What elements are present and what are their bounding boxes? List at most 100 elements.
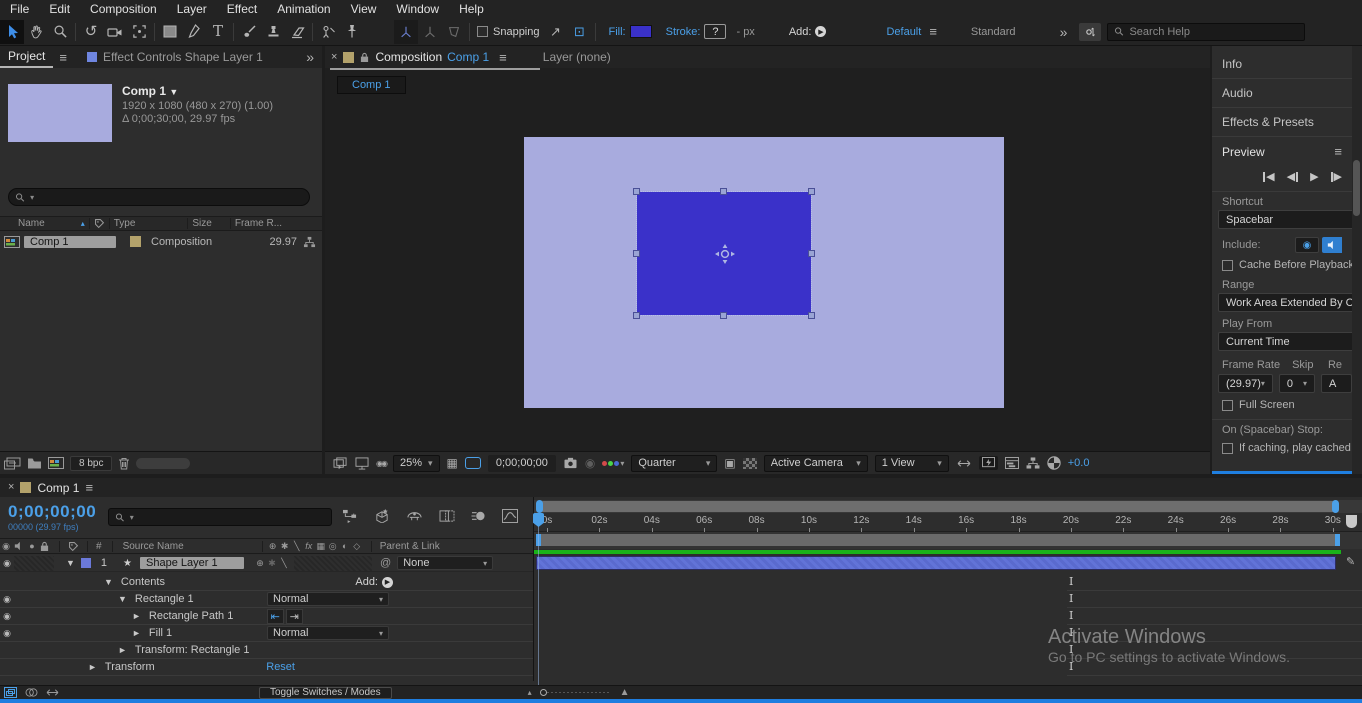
tab-layer[interactable]: Layer (none) — [543, 50, 611, 64]
row-rectangle1[interactable]: ◉ ▼ Rectangle 1 Normal ▾ — [0, 591, 533, 608]
roto-brush-tool-icon[interactable] — [316, 20, 340, 44]
rectangle-path1-label[interactable]: Rectangle Path 1 — [149, 610, 233, 622]
transparency-grid-icon[interactable] — [743, 458, 757, 469]
close-panel-icon[interactable]: × — [325, 52, 343, 63]
tab-composition-label[interactable]: Composition — [375, 50, 442, 64]
always-preview-icon[interactable] — [333, 457, 348, 470]
layer-shy-switch[interactable]: ⊕ — [254, 558, 266, 569]
timeline-tab-label[interactable]: Comp 1 — [37, 481, 79, 495]
solo-column-icon[interactable]: ● — [26, 541, 38, 551]
timeline-timecode[interactable]: 0;00;00;00 — [8, 502, 96, 522]
viewer-panel-menu-icon[interactable]: ≡ — [499, 51, 507, 64]
work-area-end-handle[interactable] — [1335, 534, 1340, 546]
menu-composition[interactable]: Composition — [80, 2, 167, 16]
if-caching-checkbox[interactable]: If caching, play cached — [1212, 438, 1352, 458]
snapping-checkbox[interactable]: Snapping — [477, 26, 540, 38]
cache-before-playback-box[interactable] — [1222, 260, 1233, 271]
new-folder-icon[interactable] — [27, 457, 42, 469]
shape-tool-icon[interactable] — [158, 20, 182, 44]
new-composition-icon[interactable] — [48, 457, 64, 469]
share-view-icon[interactable] — [956, 458, 972, 469]
motion-blur-switch-icon[interactable]: ◎ — [327, 541, 339, 552]
selection-handle[interactable] — [808, 312, 815, 319]
cache-before-playback-checkbox[interactable]: Cache Before Playback — [1212, 255, 1352, 275]
project-row-comp1[interactable]: Comp 1 Composition 29.97 — [0, 233, 322, 250]
transform-label[interactable]: Transform — [105, 661, 155, 673]
in-out-panes-icon[interactable] — [46, 687, 59, 698]
draft-3d-icon[interactable] — [374, 508, 390, 523]
next-frame-button[interactable]: ▶ — [1331, 170, 1342, 183]
project-tabs-overflow-icon[interactable]: » — [306, 50, 322, 64]
row-contents[interactable]: ▼ Contents Add: ▶ — [0, 574, 533, 591]
fx-switch-icon[interactable]: fx — [303, 541, 315, 551]
frame-blending-icon[interactable] — [439, 509, 455, 523]
label-column-icon[interactable] — [94, 218, 105, 229]
collapse-switch-icon[interactable]: ✱ — [279, 541, 291, 552]
skip-dropdown[interactable]: 0▾ — [1279, 374, 1315, 393]
fill1-expand-icon[interactable]: ► — [132, 628, 141, 638]
label-column-icon[interactable] — [68, 541, 79, 552]
selection-handle[interactable] — [720, 312, 727, 319]
workspace-default-tab[interactable]: Default — [886, 26, 921, 38]
timeline-search[interactable]: ▾ — [108, 508, 332, 526]
selection-handle[interactable] — [808, 250, 815, 257]
sidebar-scrollbar[interactable] — [1352, 46, 1362, 474]
resolution-dropdown[interactable]: Quarter▾ — [631, 455, 717, 472]
exposure-value[interactable]: +0.0 — [1068, 457, 1090, 469]
threed-switch-icon[interactable]: ◇ — [351, 541, 363, 552]
layer-expand-icon[interactable]: ▼ — [66, 558, 75, 568]
selection-handle[interactable] — [633, 250, 640, 257]
brush-tool-icon[interactable] — [237, 20, 261, 44]
menu-effect[interactable]: Effect — [217, 2, 267, 16]
add-shape-button[interactable]: Add: ▶ — [789, 26, 827, 38]
transform-rectangle1-label[interactable]: Transform: Rectangle 1 — [135, 644, 250, 656]
grid-guides-icon[interactable]: ▦ — [447, 456, 458, 470]
pen-tool-icon[interactable] — [182, 20, 206, 44]
audio-column-icon[interactable] — [14, 541, 24, 551]
menu-file[interactable]: File — [0, 2, 39, 16]
snap-options-icon[interactable]: ↗ — [544, 20, 568, 44]
video-column-icon[interactable]: ◉ — [0, 541, 12, 552]
include-video-eye-icon[interactable]: ◉ — [1295, 237, 1319, 253]
project-panel-menu-icon[interactable]: ≡ — [59, 51, 67, 64]
full-screen-box[interactable] — [1222, 400, 1233, 411]
adjustment-switch-icon[interactable]: ◐ — [339, 541, 351, 551]
layer-name[interactable]: Shape Layer 1 — [140, 557, 244, 569]
path-reverse-icon[interactable]: ⇤ — [267, 609, 284, 624]
bit-depth-button[interactable]: 8 bpc — [70, 456, 112, 471]
label-color-swatch[interactable] — [130, 236, 141, 247]
transform-expand-icon[interactable]: ► — [88, 662, 97, 672]
rectangle1-eye-icon[interactable]: ◉ — [0, 594, 14, 605]
selection-tool-icon[interactable] — [0, 20, 24, 44]
work-area-bar[interactable] — [534, 532, 1362, 549]
shy-switch-icon[interactable]: ⊕ — [267, 541, 279, 552]
zoom-dropdown[interactable]: 25%▾ — [393, 455, 440, 472]
world-axis-mode-icon[interactable] — [418, 20, 442, 44]
rectangle-path1-expand-icon[interactable]: ► — [132, 611, 141, 621]
comp-button-quill-icon[interactable]: ✎ — [1346, 555, 1355, 568]
layer-duration-bar[interactable] — [536, 556, 1336, 570]
show-channels-icon[interactable]: ▾ — [602, 459, 624, 468]
snapping-checkbox-box[interactable] — [477, 26, 488, 37]
timeline-search-input[interactable] — [139, 511, 325, 523]
menu-layer[interactable]: Layer — [167, 2, 217, 16]
viewer-timecode[interactable]: 0;00;00;00 — [488, 455, 556, 472]
timeline-button-icon[interactable] — [1005, 457, 1019, 469]
rectangle1-expand-icon[interactable]: ▼ — [118, 594, 127, 604]
time-navigator[interactable] — [534, 500, 1362, 513]
selection-handle[interactable] — [720, 188, 727, 195]
play-button[interactable]: ▶ — [1310, 170, 1318, 183]
row-transform[interactable]: ► Transform Reset — [0, 659, 533, 676]
panel-effects-presets[interactable]: Effects & Presets — [1212, 108, 1352, 137]
stroke-value-box[interactable]: ? — [704, 24, 726, 39]
source-name-column-header[interactable]: Source Name — [123, 541, 184, 552]
if-caching-box[interactable] — [1222, 443, 1233, 454]
project-search[interactable]: ▾ — [8, 188, 310, 206]
zoom-slider-knob[interactable] — [540, 689, 547, 696]
panel-preview[interactable]: Preview ≡ — [1212, 137, 1352, 166]
zoom-out-mountain-icon[interactable]: ▴ — [528, 688, 532, 697]
contents-label[interactable]: Contents — [121, 576, 165, 588]
selection-handle[interactable] — [808, 188, 815, 195]
eraser-tool-icon[interactable] — [285, 20, 309, 44]
pan-behind-tool-icon[interactable] — [127, 20, 151, 44]
